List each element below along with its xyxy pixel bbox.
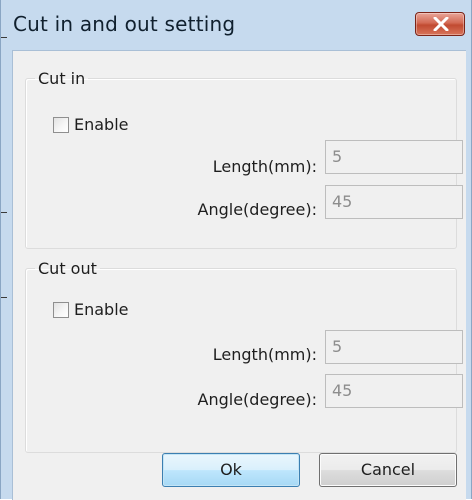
cut-in-enable-row[interactable]: Enable	[53, 115, 129, 134]
cancel-button[interactable]: Cancel	[319, 453, 457, 487]
cut-out-enable-label: Enable	[74, 300, 129, 319]
cut-out-enable-checkbox[interactable]	[53, 301, 69, 318]
title-bar[interactable]: Cut in and out setting	[1, 0, 471, 44]
cut-in-angle-field[interactable]: 45	[325, 185, 463, 219]
cut-out-length-label: Length(mm):	[212, 345, 317, 364]
cut-in-enable-checkbox[interactable]	[53, 116, 69, 133]
cut-out-length-field[interactable]: 5	[325, 330, 463, 364]
cut-in-angle-label: Angle(degree):	[197, 200, 317, 219]
cut-out-enable-row[interactable]: Enable	[53, 300, 129, 319]
close-icon	[433, 17, 449, 31]
close-button[interactable]	[415, 12, 465, 36]
cut-out-legend: Cut out	[38, 259, 97, 278]
background-edge-mark	[1, 212, 7, 213]
dialog-window: Cut in and out setting Cut in Enable Len…	[0, 0, 472, 500]
cut-out-angle-field[interactable]: 45	[325, 374, 463, 408]
dialog-title: Cut in and out setting	[13, 12, 236, 36]
cut-in-enable-label: Enable	[74, 115, 129, 134]
dialog-body: Cut in Enable Length(mm): 5 Angle(degree…	[12, 50, 466, 500]
ok-button[interactable]: Ok	[162, 453, 300, 487]
background-edge-mark	[1, 297, 7, 298]
cut-in-length-label: Length(mm):	[212, 157, 317, 176]
cut-in-length-field[interactable]: 5	[325, 140, 463, 174]
cut-in-legend: Cut in	[38, 69, 86, 88]
cut-out-angle-label: Angle(degree):	[197, 390, 317, 409]
